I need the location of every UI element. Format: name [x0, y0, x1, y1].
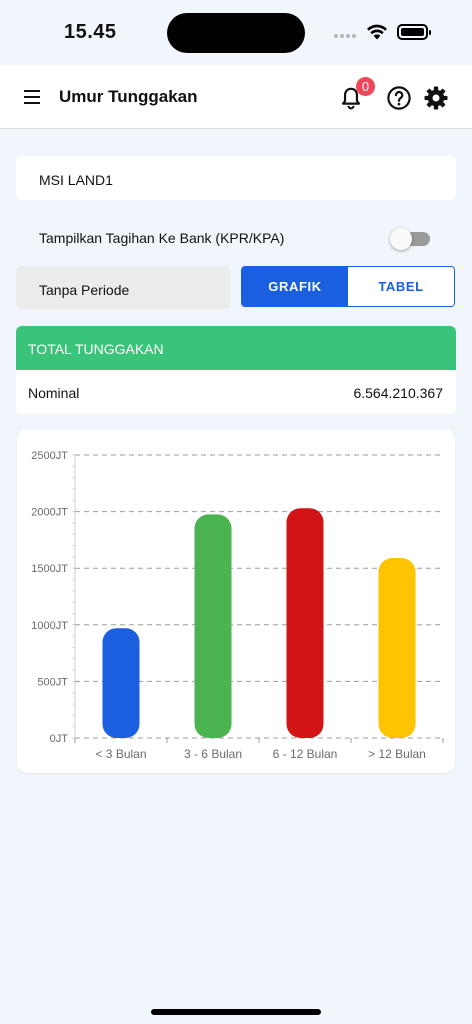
page-title: Umur Tunggakan: [59, 87, 198, 106]
view-switch: GRAFIK TABEL: [241, 266, 455, 307]
bar: [102, 628, 140, 738]
bank-bills-toggle[interactable]: [390, 228, 430, 250]
gear-icon[interactable]: [423, 85, 449, 111]
battery-icon: [397, 24, 431, 40]
app-bar: Umur Tunggakan 0: [0, 65, 472, 129]
total-row: Nominal 6.564.210.367: [16, 370, 456, 414]
home-indicator: [151, 1009, 321, 1015]
status-time: 15.45: [64, 21, 117, 43]
tab-tabel[interactable]: TABEL: [348, 267, 454, 306]
y-tick-label: 2000JT: [31, 507, 68, 519]
x-tick-label: 3 - 6 Bulan: [184, 747, 242, 761]
y-tick-label: 1500JT: [31, 563, 68, 575]
period-value: Tanpa Periode: [39, 282, 130, 298]
arrears-bar-chart: 0JT 500JT 1000JT 1500JT 2000JT 2500JT < 3 Bula…: [31, 450, 444, 761]
total-value: 6.564.210.367: [353, 385, 443, 401]
y-tick-label: 2500JT: [31, 450, 68, 462]
cellular-signal-icon: [334, 34, 356, 38]
y-tick-label: 0JT: [50, 733, 69, 745]
y-tick-label: 500JT: [37, 676, 68, 688]
toggle-thumb: [390, 228, 412, 250]
notification-badge: 0: [356, 77, 375, 96]
bar: [286, 508, 324, 738]
status-bar: 15.45: [0, 0, 472, 64]
bar: [378, 558, 416, 738]
tab-grafik[interactable]: GRAFIK: [242, 267, 348, 306]
bank-bills-toggle-row: Tampilkan Tagihan Ke Bank (KPR/KPA): [16, 222, 456, 254]
menu-icon[interactable]: [24, 90, 40, 104]
period-selector[interactable]: Tanpa Periode: [16, 266, 230, 309]
x-tick-label: > 12 Bulan: [368, 747, 426, 761]
total-header: TOTAL TUNGGAKAN: [16, 326, 456, 370]
location-name: MSI LAND1: [39, 172, 113, 188]
total-arrears-card: TOTAL TUNGGAKAN Nominal 6.564.210.367: [16, 326, 456, 414]
total-label: Nominal: [28, 385, 80, 401]
x-tick-label: < 3 Bulan: [95, 747, 146, 761]
bar: [194, 514, 232, 738]
y-tick-label: 1000JT: [31, 620, 68, 632]
location-selector[interactable]: MSI LAND1: [16, 156, 456, 200]
x-tick-label: 6 - 12 Bulan: [273, 747, 338, 761]
dynamic-island: [167, 13, 305, 53]
wifi-icon: [367, 24, 387, 40]
help-icon[interactable]: [386, 85, 412, 111]
toggle-label: Tampilkan Tagihan Ke Bank (KPR/KPA): [39, 230, 285, 246]
arrears-chart-card: 0JT 500JT 1000JT 1500JT 2000JT 2500JT < 3 Bula…: [17, 430, 455, 773]
